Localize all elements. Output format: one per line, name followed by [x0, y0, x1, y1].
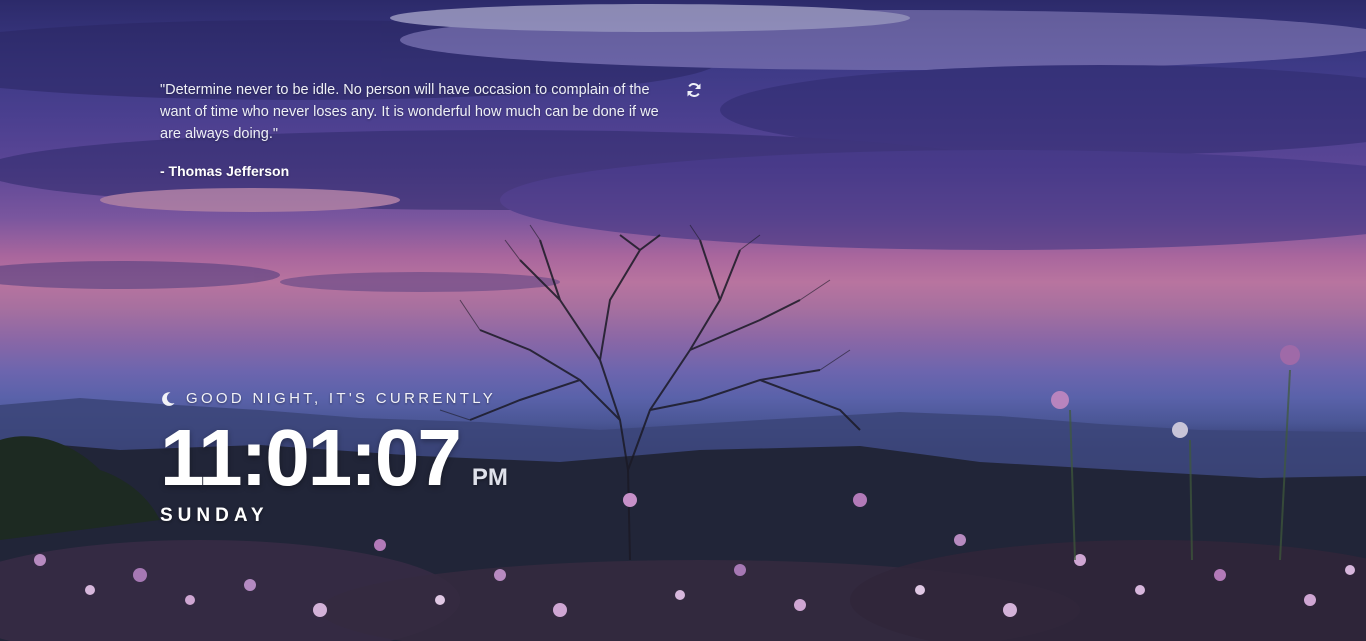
clock-period: PM	[471, 464, 508, 491]
quote-block: "Determine never to be idle. No person w…	[160, 79, 680, 179]
clock: 11:01:07 PM	[160, 412, 508, 504]
moon-icon	[162, 391, 175, 406]
quote-author: - Thomas Jefferson	[160, 163, 290, 179]
greeting: GOOD NIGHT, IT'S CURRENTLY	[160, 390, 496, 407]
clock-day: SUNDAY	[160, 505, 269, 526]
clock-time: 11:01:07	[160, 413, 462, 502]
refresh-quote-button[interactable]	[686, 82, 702, 98]
greeting-text: GOOD NIGHT, IT'S CURRENTLY	[186, 390, 497, 407]
refresh-icon	[687, 83, 701, 97]
quote-text: "Determine never to be idle. No person w…	[160, 82, 659, 142]
